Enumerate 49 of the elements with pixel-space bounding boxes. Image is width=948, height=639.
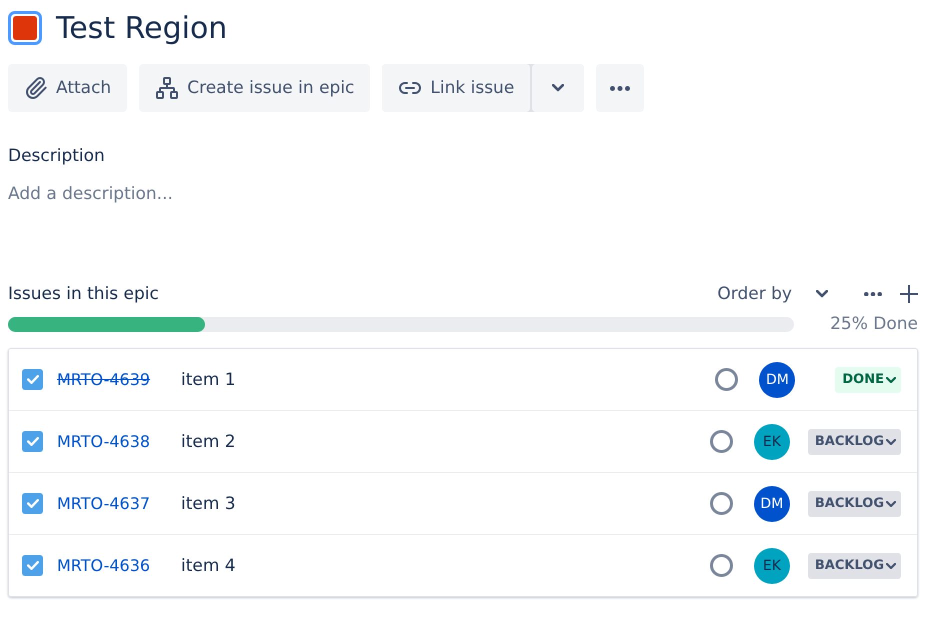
- chevron-down-icon: [886, 438, 896, 444]
- issue-key-link[interactable]: MRTO-4638: [57, 432, 181, 451]
- status-dropdown[interactable]: BACKLOG: [808, 490, 901, 516]
- circle-icon: [715, 368, 738, 391]
- check-icon: [26, 375, 38, 384]
- description-heading: Description: [8, 146, 106, 166]
- create-button[interactable]: Create issue in epic: [139, 64, 370, 112]
- description-field[interactable]: Add a description...: [8, 184, 918, 274]
- section-heading: Issues in this epic: [8, 284, 160, 304]
- check-icon: [26, 561, 38, 570]
- more-icon: [864, 292, 882, 296]
- circle-icon: [710, 430, 733, 453]
- issue-summary: item 3: [181, 494, 237, 514]
- issue-key-link[interactable]: MRTO-4637: [57, 494, 181, 513]
- status-dropdown[interactable]: BACKLOG: [808, 552, 901, 578]
- avatar: EK: [754, 548, 790, 584]
- chevron-down-icon: [886, 562, 896, 568]
- status-dropdown[interactable]: BACKLOG: [808, 428, 901, 454]
- more-button[interactable]: [596, 64, 644, 112]
- progress-label: 25% Done: [830, 314, 918, 334]
- chevron-down-icon: [552, 84, 564, 92]
- paperclip-icon: [24, 76, 48, 100]
- checkbox[interactable]: [22, 369, 43, 390]
- issue-summary: item 1: [181, 370, 237, 390]
- circle-icon: [710, 492, 733, 515]
- attach-button[interactable]: Attach: [8, 64, 128, 112]
- hierarchy-icon: [155, 76, 180, 100]
- chevron-down-icon: [886, 376, 896, 382]
- avatar: DM: [759, 362, 796, 398]
- issue-summary: item 2: [181, 432, 237, 452]
- circle-icon: [710, 554, 733, 577]
- avatar: EK: [754, 424, 790, 460]
- status-dropdown[interactable]: DONE: [835, 366, 901, 392]
- more-icon: [610, 86, 630, 90]
- chevron-down-icon: [886, 500, 896, 506]
- checkbox[interactable]: [22, 555, 43, 576]
- plus-icon: [900, 285, 918, 303]
- issue-key-link[interactable]: MRTO-4639: [57, 370, 181, 389]
- issue-key-link[interactable]: MRTO-4636: [57, 556, 181, 575]
- chevron-down-icon: [816, 290, 828, 298]
- link-button[interactable]: Link issue: [382, 64, 530, 112]
- checkbox[interactable]: [22, 493, 43, 514]
- check-icon: [26, 437, 38, 446]
- check-icon: [26, 499, 38, 508]
- epic-title: Test Region: [56, 10, 228, 46]
- checkbox[interactable]: [22, 431, 43, 452]
- order-by-button[interactable]: Order by: [717, 284, 828, 304]
- avatar: DM: [754, 486, 790, 522]
- issue-summary: item 4: [181, 556, 237, 576]
